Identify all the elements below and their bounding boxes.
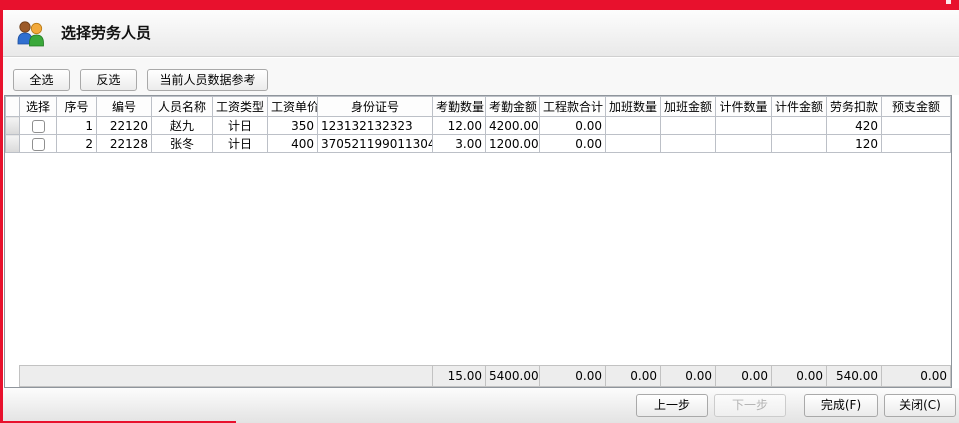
select-cell[interactable]	[20, 117, 57, 135]
deduction-cell: 120	[827, 135, 882, 153]
row-checkbox[interactable]	[32, 138, 45, 151]
toolbar: 全选 反选 当前人员数据参考	[3, 58, 959, 95]
seq-cell: 1	[57, 117, 97, 135]
grid-empty-area	[6, 153, 951, 366]
piece-qty-cell	[716, 135, 772, 153]
overtime-amount-cell	[661, 135, 716, 153]
column-header-advance[interactable]: 预支金额	[882, 97, 951, 117]
window-titlebar	[0, 0, 959, 10]
people-icon	[15, 19, 47, 48]
code-cell: 22120	[97, 117, 152, 135]
row-checkbox[interactable]	[32, 120, 45, 133]
piece-amount-cell	[772, 135, 827, 153]
totals-advance: 0.00	[882, 366, 951, 387]
project-total-cell: 0.00	[540, 117, 606, 135]
totals-deduction: 540.00	[827, 366, 882, 387]
name-cell: 赵九	[152, 117, 213, 135]
attend-qty-cell: 3.00	[433, 135, 486, 153]
column-header-seq[interactable]: 序号	[57, 97, 97, 117]
wage-type-cell: 计日	[213, 135, 268, 153]
next-step-button-disabled[interactable]: 下一步	[714, 394, 786, 417]
totals-piece-amount: 0.00	[772, 366, 827, 387]
column-header-id-number[interactable]: 身份证号	[318, 97, 433, 117]
page-title: 选择劳务人员	[61, 10, 151, 57]
column-header-wage-type[interactable]: 工资类型	[213, 97, 268, 117]
column-header-select[interactable]: 选择	[20, 97, 57, 117]
dialog-window: 选择劳务人员 全选 反选 当前人员数据参考 选择 序号 编号 人员名称 工资类型…	[0, 0, 959, 423]
wage-type-cell: 计日	[213, 117, 268, 135]
totals-overtime-amount: 0.00	[661, 366, 716, 387]
grid-header-row: 选择 序号 编号 人员名称 工资类型 工资单价 身份证号 考勤数量 考勤金额 工…	[6, 97, 951, 117]
table-row[interactable]: 1 22120 赵九 计日 350 123132132323 12.00 420…	[6, 117, 951, 135]
dialog-header: 选择劳务人员	[3, 10, 959, 57]
finish-button[interactable]: 完成(F)	[804, 394, 878, 417]
column-header-attend-qty[interactable]: 考勤数量	[433, 97, 486, 117]
select-cell[interactable]	[20, 135, 57, 153]
totals-project-total: 0.00	[540, 366, 606, 387]
seq-cell: 2	[57, 135, 97, 153]
column-header-code[interactable]: 编号	[97, 97, 152, 117]
row-indicator[interactable]	[6, 135, 20, 153]
row-indicator[interactable]	[6, 117, 20, 135]
unit-price-cell: 400	[268, 135, 318, 153]
column-header-attend-amount[interactable]: 考勤金额	[486, 97, 540, 117]
attend-amount-cell: 1200.00	[486, 135, 540, 153]
unit-price-cell: 350	[268, 117, 318, 135]
window-left-border	[0, 0, 3, 423]
project-total-cell: 0.00	[540, 135, 606, 153]
piece-qty-cell	[716, 117, 772, 135]
id-number-cell: 123132132323	[318, 117, 433, 135]
attend-amount-cell: 4200.00	[486, 117, 540, 135]
totals-row: 15.00 5400.00 0.00 0.00 0.00 0.00 0.00 5…	[6, 366, 951, 387]
table-row[interactable]: 2 22128 张冬 计日 400 370521199011304019 3.0…	[6, 135, 951, 153]
totals-merged-cell	[20, 366, 433, 387]
overtime-qty-cell	[606, 117, 661, 135]
column-header-overtime-amount[interactable]: 加班金额	[661, 97, 716, 117]
titlebar-control-fragment	[946, 0, 951, 4]
advance-cell	[882, 135, 951, 153]
column-header-name[interactable]: 人员名称	[152, 97, 213, 117]
attend-qty-cell: 12.00	[433, 117, 486, 135]
column-header-overtime-qty[interactable]: 加班数量	[606, 97, 661, 117]
overtime-qty-cell	[606, 135, 661, 153]
totals-overtime-qty: 0.00	[606, 366, 661, 387]
column-header-unit-price[interactable]: 工资单价	[268, 97, 318, 117]
advance-cell	[882, 117, 951, 135]
column-header-project-total[interactable]: 工程款合计	[540, 97, 606, 117]
previous-step-button[interactable]: 上一步	[636, 394, 708, 417]
totals-attend-amount: 5400.00	[486, 366, 540, 387]
id-number-cell: 370521199011304019	[318, 135, 433, 153]
deduction-cell: 420	[827, 117, 882, 135]
invert-selection-button[interactable]: 反选	[80, 69, 137, 91]
name-cell: 张冬	[152, 135, 213, 153]
footer-bar: 上一步 下一步 完成(F) 关闭(C)	[3, 388, 959, 423]
select-all-button[interactable]: 全选	[13, 69, 70, 91]
code-cell: 22128	[97, 135, 152, 153]
column-header-piece-amount[interactable]: 计件金额	[772, 97, 827, 117]
current-data-reference-button[interactable]: 当前人员数据参考	[147, 69, 268, 91]
piece-amount-cell	[772, 117, 827, 135]
header-indicator-cell	[6, 97, 20, 117]
personnel-grid: 选择 序号 编号 人员名称 工资类型 工资单价 身份证号 考勤数量 考勤金额 工…	[4, 95, 952, 388]
close-button[interactable]: 关闭(C)	[884, 394, 956, 417]
totals-indicator-cell	[6, 366, 20, 387]
column-header-deduction[interactable]: 劳务扣款	[827, 97, 882, 117]
column-header-piece-qty[interactable]: 计件数量	[716, 97, 772, 117]
totals-attend-qty: 15.00	[433, 366, 486, 387]
overtime-amount-cell	[661, 117, 716, 135]
totals-piece-qty: 0.00	[716, 366, 772, 387]
